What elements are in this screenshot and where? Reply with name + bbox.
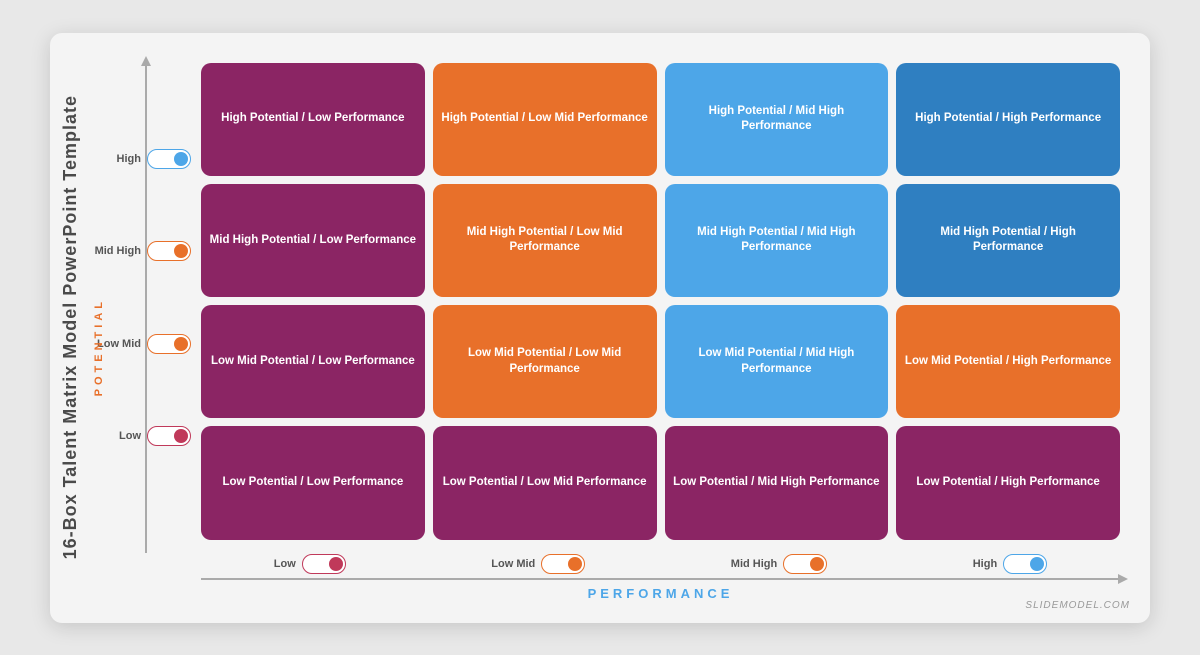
matrix-cell-15[interactable]: Low Potential / High Performance [896,426,1120,539]
y-toggle-high-pill[interactable] [147,149,191,169]
y-toggle-low-dot [174,429,188,443]
matrix-cell-9[interactable]: Low Mid Potential / Low Mid Performance [433,305,657,418]
x-toggle-low[interactable]: Low [274,554,346,574]
y-axis-area: POTENTIAL High Mid High Low Mid [91,53,201,603]
grid-and-x: High Potential / Low PerformanceHigh Pot… [201,53,1120,603]
matrix-cell-3[interactable]: High Potential / High Performance [896,63,1120,176]
matrix-cell-10[interactable]: Low Mid Potential / Mid High Performance [665,305,889,418]
matrix-cell-5[interactable]: Mid High Potential / Low Mid Performance [433,184,657,297]
matrix-cell-4[interactable]: Mid High Potential / Low Performance [201,184,425,297]
y-axis-label: POTENTIAL [93,298,105,396]
y-toggle-low-pill[interactable] [147,426,191,446]
x-arrow-row [201,578,1120,580]
watermark: SLIDEMODEL.COM [1025,600,1130,611]
x-toggle-high-label: High [973,558,997,570]
x-toggle-midhigh-dot [810,557,824,571]
matrix-cell-13[interactable]: Low Potential / Low Mid Performance [433,426,657,539]
x-toggle-low-pill[interactable] [302,554,346,574]
y-toggle-group: High Mid High Low Mid [95,83,191,543]
y-toggle-low-label: Low [119,430,141,442]
x-toggle-midhigh-label: Mid High [731,558,777,570]
y-toggle-midhigh-pill[interactable] [147,241,191,261]
x-toggle-high[interactable]: High [973,554,1047,574]
matrix-cell-7[interactable]: Mid High Potential / High Performance [896,184,1120,297]
x-toggle-lowmid[interactable]: Low Mid [491,554,585,574]
x-toggle-high-pill[interactable] [1003,554,1047,574]
y-toggle-low[interactable]: Low [119,426,191,446]
matrix-cell-2[interactable]: High Potential / Mid High Performance [665,63,889,176]
y-toggle-lowmid-dot [174,337,188,351]
x-toggle-midhigh[interactable]: Mid High [731,554,827,574]
slide-container: 16-Box Talent Matrix Model PowerPoint Te… [50,33,1150,623]
y-toggle-lowmid[interactable]: Low Mid [97,334,191,354]
matrix-cell-1[interactable]: High Potential / Low Mid Performance [433,63,657,176]
x-axis-line [201,578,1120,580]
x-toggle-midhigh-pill[interactable] [783,554,827,574]
x-toggle-low-label: Low [274,558,296,570]
y-toggle-high[interactable]: High [117,149,191,169]
y-axis-arrow [145,63,147,553]
matrix-cell-11[interactable]: Low Mid Potential / High Performance [896,305,1120,418]
x-toggle-lowmid-dot [568,557,582,571]
y-toggle-high-label: High [117,153,141,165]
y-toggle-lowmid-pill[interactable] [147,334,191,354]
x-toggles-row: Low Low Mid Mid High [201,548,1120,578]
x-axis-area: Low Low Mid Mid High [201,548,1120,603]
vertical-title: 16-Box Talent Matrix Model PowerPoint Te… [60,95,81,559]
matrix-cell-0[interactable]: High Potential / Low Performance [201,63,425,176]
x-toggle-low-dot [329,557,343,571]
main-content: POTENTIAL High Mid High Low Mid [91,53,1120,603]
y-toggle-high-dot [174,152,188,166]
x-toggle-lowmid-label: Low Mid [491,558,535,570]
y-toggle-midhigh[interactable]: Mid High [95,241,191,261]
matrix-grid: High Potential / Low PerformanceHigh Pot… [201,53,1120,548]
x-axis-label: PERFORMANCE [588,580,734,603]
x-toggle-lowmid-pill[interactable] [541,554,585,574]
matrix-cell-6[interactable]: Mid High Potential / Mid High Performanc… [665,184,889,297]
x-toggle-high-dot [1030,557,1044,571]
y-toggle-midhigh-dot [174,244,188,258]
matrix-cell-8[interactable]: Low Mid Potential / Low Performance [201,305,425,418]
y-toggle-midhigh-label: Mid High [95,245,141,257]
matrix-cell-12[interactable]: Low Potential / Low Performance [201,426,425,539]
matrix-cell-14[interactable]: Low Potential / Mid High Performance [665,426,889,539]
